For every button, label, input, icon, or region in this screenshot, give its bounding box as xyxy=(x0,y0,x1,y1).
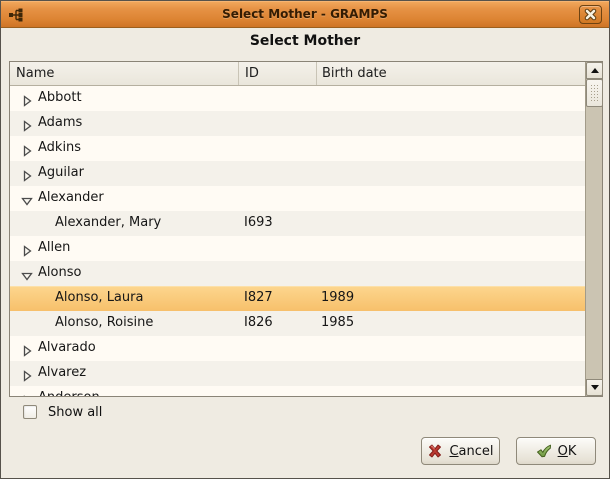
table-row[interactable]: Abbott xyxy=(10,86,585,111)
column-header-name[interactable]: Name xyxy=(10,62,238,85)
cell-name: Adkins xyxy=(38,140,81,155)
table-row[interactable]: Alvarado xyxy=(10,336,585,361)
cell-name: Aguilar xyxy=(38,165,84,180)
table-row[interactable]: Aguilar xyxy=(10,161,585,186)
scroll-down-button[interactable] xyxy=(586,379,603,396)
arrow-up-icon xyxy=(591,68,599,73)
cancel-icon xyxy=(427,443,443,459)
cell-id: I827 xyxy=(244,290,273,305)
expander-collapsed-icon[interactable] xyxy=(21,342,33,354)
table-row[interactable]: Alonso xyxy=(10,261,585,286)
scroll-up-button[interactable] xyxy=(586,62,603,79)
cell-birth-date: 1989 xyxy=(321,290,354,305)
titlebar[interactable]: Select Mother - GRAMPS xyxy=(1,1,609,28)
arrow-down-icon xyxy=(591,385,599,390)
cell-birth-date: 1985 xyxy=(321,315,354,330)
table-row[interactable]: Allen xyxy=(10,236,585,261)
ok-label: OK xyxy=(558,444,577,459)
cell-name: Alonso, Roisine xyxy=(55,315,153,330)
gramps-app-icon xyxy=(8,7,24,23)
table-row[interactable]: Alexander, Mary I693 xyxy=(10,211,585,236)
person-tree: Name ID Birth date Abbott Adams Adkins Agui… xyxy=(9,61,603,397)
close-button[interactable] xyxy=(579,5,602,24)
table-row[interactable]: Adams xyxy=(10,111,585,136)
expander-expanded-icon[interactable] xyxy=(21,192,33,204)
select-mother-dialog: Select Mother - GRAMPS Select Mother Nam… xyxy=(0,0,610,479)
table-header: Name ID Birth date xyxy=(10,62,585,86)
expander-collapsed-icon[interactable] xyxy=(21,92,33,104)
vertical-scrollbar[interactable] xyxy=(585,62,602,396)
cell-name: Allen xyxy=(38,240,70,255)
expander-collapsed-icon[interactable] xyxy=(21,392,33,396)
cell-name: Alexander, Mary xyxy=(55,215,161,230)
cell-name: Anderson xyxy=(38,390,100,396)
cancel-button[interactable]: Cancel xyxy=(421,437,500,465)
window-title: Select Mother - GRAMPS xyxy=(1,7,609,21)
expander-collapsed-icon[interactable] xyxy=(21,142,33,154)
cell-name: Alonso xyxy=(38,265,81,280)
cell-id: I826 xyxy=(244,315,273,330)
show-all-row: Show all xyxy=(23,404,102,420)
table-row[interactable]: Alonso, Laura I827 1989 xyxy=(10,286,585,311)
table-row[interactable]: Alexander xyxy=(10,186,585,211)
column-header-birth[interactable]: Birth date xyxy=(316,62,585,85)
dialog-heading: Select Mother xyxy=(1,33,609,49)
scrollbar-thumb[interactable] xyxy=(586,79,603,107)
table-body: Abbott Adams Adkins Aguilar Alexander Alexand… xyxy=(10,86,585,396)
column-header-id[interactable]: ID xyxy=(238,62,316,85)
cell-name: Alvarez xyxy=(38,365,86,380)
ok-button[interactable]: OK xyxy=(516,437,596,465)
table-row[interactable]: Adkins xyxy=(10,136,585,161)
cell-name: Alvarado xyxy=(38,340,96,355)
table-row[interactable]: Alvarez xyxy=(10,361,585,386)
show-all-checkbox[interactable] xyxy=(23,405,37,419)
expander-collapsed-icon[interactable] xyxy=(21,367,33,379)
table-row[interactable]: Alonso, Roisine I826 1985 xyxy=(10,311,585,336)
expander-expanded-icon[interactable] xyxy=(21,267,33,279)
expander-collapsed-icon[interactable] xyxy=(21,242,33,254)
cell-name: Alonso, Laura xyxy=(55,290,143,305)
cell-id: I693 xyxy=(244,215,273,230)
cell-name: Adams xyxy=(38,115,82,130)
cell-name: Abbott xyxy=(38,90,82,105)
expander-collapsed-icon[interactable] xyxy=(21,167,33,179)
thumb-grip xyxy=(590,84,599,102)
ok-icon xyxy=(536,443,552,459)
cell-name: Alexander xyxy=(38,190,104,205)
cancel-label: Cancel xyxy=(449,444,493,459)
expander-collapsed-icon[interactable] xyxy=(21,117,33,129)
close-icon xyxy=(584,8,597,21)
table-row[interactable]: Anderson xyxy=(10,386,585,396)
show-all-label[interactable]: Show all xyxy=(48,405,102,420)
